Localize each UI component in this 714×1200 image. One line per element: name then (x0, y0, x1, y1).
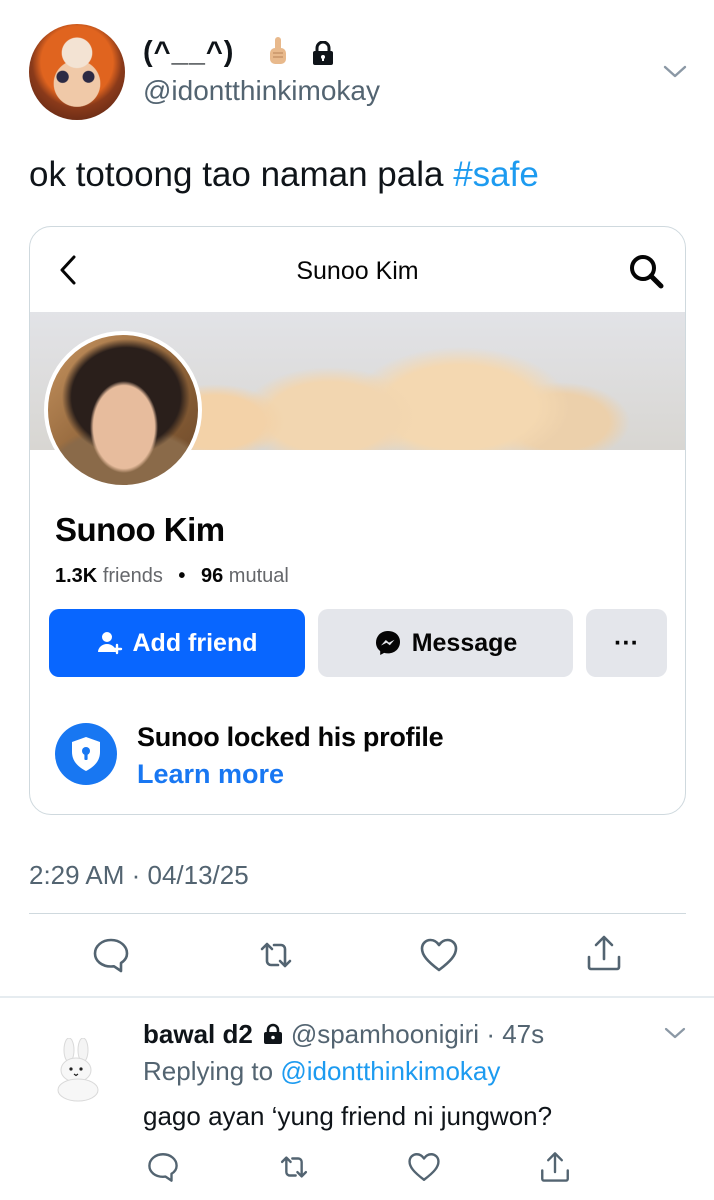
replying-to: Replying to @idontthinkimokay (143, 1056, 500, 1087)
friends-count: 1.3K (55, 565, 98, 587)
add-person-icon (97, 632, 122, 655)
more-options-label: ··· (614, 628, 639, 657)
share-icon[interactable] (584, 933, 624, 973)
author-avatar[interactable] (29, 24, 125, 120)
reply-author-handle[interactable]: @spamhoonigiri (291, 1019, 479, 1049)
stats-separator: • (178, 565, 186, 587)
friend-stats: 1.3K friends • 96 mutual (55, 565, 289, 588)
reply-meta-separator: · (479, 1019, 503, 1049)
divider (29, 913, 686, 914)
more-options-button[interactable]: ··· (586, 609, 667, 677)
card-title: Sunoo Kim (296, 257, 419, 285)
replying-to-prefix: Replying to (143, 1056, 281, 1086)
chevron-down-icon[interactable] (660, 60, 690, 82)
tweet-timestamp[interactable]: 2:29 AM · 04/13/25 (29, 860, 249, 891)
hashtag-link[interactable]: #safe (453, 155, 539, 194)
section-divider (0, 996, 714, 998)
lock-icon (313, 41, 333, 65)
reply-icon[interactable] (146, 1150, 180, 1184)
message-button[interactable]: Message (318, 609, 573, 677)
author-name[interactable]: (^__^) (143, 36, 234, 69)
lock-icon (263, 1023, 282, 1044)
profile-picture[interactable] (44, 331, 202, 489)
friends-label: friends (102, 565, 163, 587)
share-icon[interactable] (538, 1150, 572, 1184)
replying-to-handle[interactable]: @idontthinkimokay (280, 1056, 500, 1086)
like-icon[interactable] (419, 935, 459, 975)
search-icon[interactable] (626, 251, 666, 291)
add-friend-button[interactable]: Add friend (49, 609, 305, 677)
mutual-label: mutual (228, 565, 289, 587)
locked-profile-text: Sunoo locked his profile (137, 722, 444, 752)
shield-lock-icon (55, 723, 117, 785)
reply-icon[interactable] (91, 935, 131, 975)
retweet-icon[interactable] (277, 1150, 311, 1184)
reply-age[interactable]: 47s (502, 1019, 544, 1049)
learn-more-link[interactable]: Learn more (137, 759, 284, 790)
reply-avatar[interactable] (52, 1038, 102, 1102)
tweet-text: ok totoong tao naman pala #safe (29, 155, 539, 195)
add-friend-label: Add friend (132, 628, 258, 657)
mutual-count: 96 (200, 565, 224, 587)
profile-name: Sunoo Kim (55, 511, 225, 548)
tweet-text-body: ok totoong tao naman pala (29, 155, 454, 194)
retweet-icon[interactable] (256, 935, 296, 975)
messenger-icon (375, 631, 400, 655)
like-icon[interactable] (407, 1150, 441, 1184)
reply-author-name[interactable]: bawal d2 (143, 1019, 253, 1049)
reply-header: bawal d2 @spamhoonigiri · 47s (143, 1019, 544, 1050)
message-label: Message (411, 628, 518, 657)
reply-text: gago ayan ‘yung friend ni jungwon? (143, 1101, 553, 1131)
author-handle[interactable]: @idontthinkimokay (143, 75, 380, 107)
embedded-screenshot-card[interactable]: Sunoo Kim Sunoo Kim 1.3K friends • 96 mu… (29, 226, 686, 815)
chevron-down-icon[interactable] (662, 1023, 688, 1043)
pointing-finger-emoji (270, 37, 286, 64)
